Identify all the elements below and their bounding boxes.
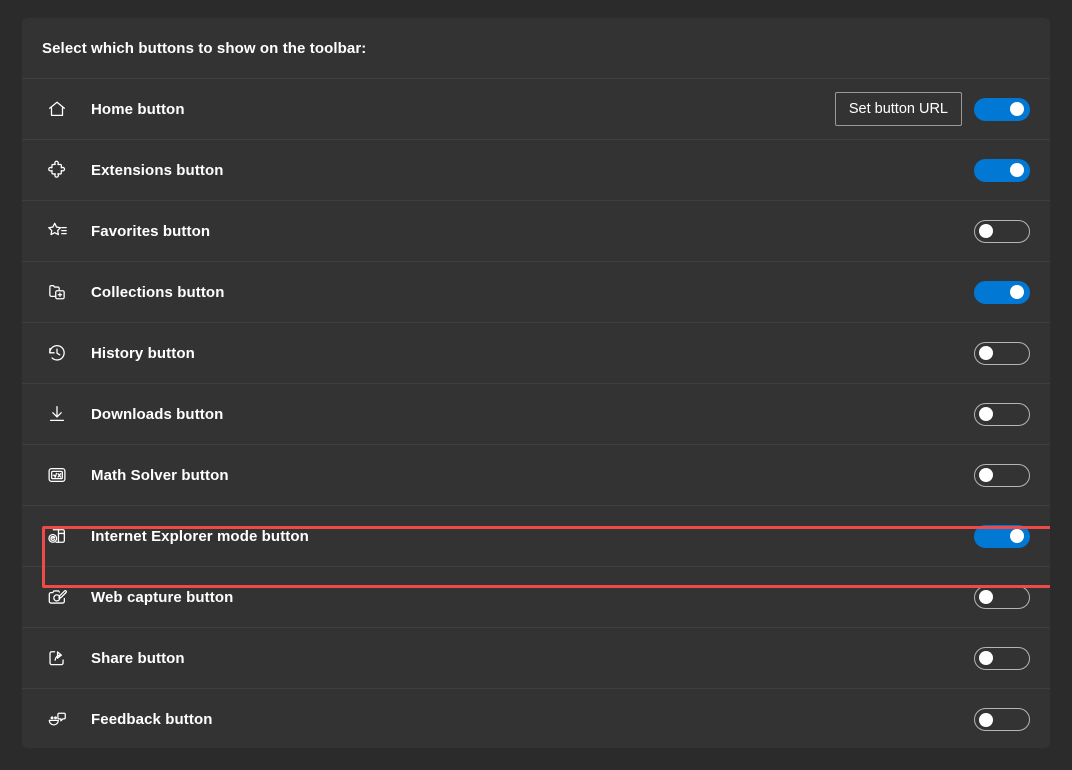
set-button-url-button[interactable]: Set button URL bbox=[835, 92, 962, 126]
toolbar-button-toggle[interactable] bbox=[974, 98, 1030, 121]
toolbar-button-label: Home button bbox=[91, 101, 185, 118]
toolbar-button-toggle[interactable] bbox=[974, 403, 1030, 426]
toolbar-button-label: Extensions button bbox=[91, 162, 224, 179]
toolbar-button-toggle[interactable] bbox=[974, 647, 1030, 670]
toolbar-button-toggle[interactable] bbox=[974, 464, 1030, 487]
toolbar-button-row: Collections button bbox=[22, 262, 1050, 323]
toggle-knob bbox=[1010, 285, 1024, 299]
toolbar-button-label: Feedback button bbox=[91, 711, 213, 728]
share-icon bbox=[42, 643, 72, 673]
toolbar-button-toggle[interactable] bbox=[974, 525, 1030, 548]
toolbar-button-row: Extensions button bbox=[22, 140, 1050, 201]
downloads-arrow-icon bbox=[42, 399, 72, 429]
toolbar-button-toggle[interactable] bbox=[974, 708, 1030, 731]
toolbar-button-row: Home button Set button URL bbox=[22, 79, 1050, 140]
toolbar-button-toggle[interactable] bbox=[974, 342, 1030, 365]
toolbar-button-label: Collections button bbox=[91, 284, 224, 301]
toolbar-button-row: Share button bbox=[22, 628, 1050, 689]
panel-header-title: Select which buttons to show on the tool… bbox=[42, 40, 366, 57]
toolbar-button-row: Internet Explorer mode button bbox=[22, 506, 1050, 567]
favorites-star-icon bbox=[42, 216, 72, 246]
collections-icon bbox=[42, 277, 72, 307]
toolbar-button-toggle[interactable] bbox=[974, 159, 1030, 182]
toolbar-button-row: History button bbox=[22, 323, 1050, 384]
toolbar-button-row: Downloads button bbox=[22, 384, 1050, 445]
toggle-knob bbox=[979, 224, 993, 238]
toggle-knob bbox=[979, 346, 993, 360]
toolbar-button-row: Feedback button bbox=[22, 689, 1050, 748]
toggle-knob bbox=[979, 407, 993, 421]
toolbar-button-label: Favorites button bbox=[91, 223, 210, 240]
toolbar-button-label: Downloads button bbox=[91, 406, 223, 423]
toggle-knob bbox=[979, 713, 993, 727]
toolbar-button-toggle[interactable] bbox=[974, 220, 1030, 243]
feedback-smiley-icon bbox=[42, 705, 72, 735]
toolbar-button-label: Math Solver button bbox=[91, 467, 229, 484]
toolbar-button-label: Share button bbox=[91, 650, 185, 667]
history-clock-icon bbox=[42, 338, 72, 368]
toolbar-buttons-settings-panel: Select which buttons to show on the tool… bbox=[22, 18, 1050, 748]
toggle-knob bbox=[1010, 163, 1024, 177]
toolbar-button-row: Web capture button bbox=[22, 567, 1050, 628]
toggle-knob bbox=[1010, 102, 1024, 116]
toolbar-button-list: Home button Set button URL Extensions butt… bbox=[22, 79, 1050, 748]
toolbar-button-label: Internet Explorer mode button bbox=[91, 528, 309, 545]
toggle-knob bbox=[1010, 529, 1024, 543]
toolbar-button-toggle[interactable] bbox=[974, 281, 1030, 304]
internet-explorer-mode-icon bbox=[42, 521, 72, 551]
toolbar-button-row: Favorites button bbox=[22, 201, 1050, 262]
web-capture-camera-icon bbox=[42, 582, 72, 612]
toggle-knob bbox=[979, 651, 993, 665]
toolbar-button-toggle[interactable] bbox=[974, 586, 1030, 609]
home-icon bbox=[42, 94, 72, 124]
toggle-knob bbox=[979, 468, 993, 482]
math-solver-icon bbox=[42, 460, 72, 490]
toolbar-button-label: Web capture button bbox=[91, 589, 233, 606]
toggle-knob bbox=[979, 590, 993, 604]
panel-header: Select which buttons to show on the tool… bbox=[22, 18, 1050, 79]
extensions-puzzle-icon bbox=[42, 155, 72, 185]
toolbar-button-label: History button bbox=[91, 345, 195, 362]
toolbar-button-row: Math Solver button bbox=[22, 445, 1050, 506]
